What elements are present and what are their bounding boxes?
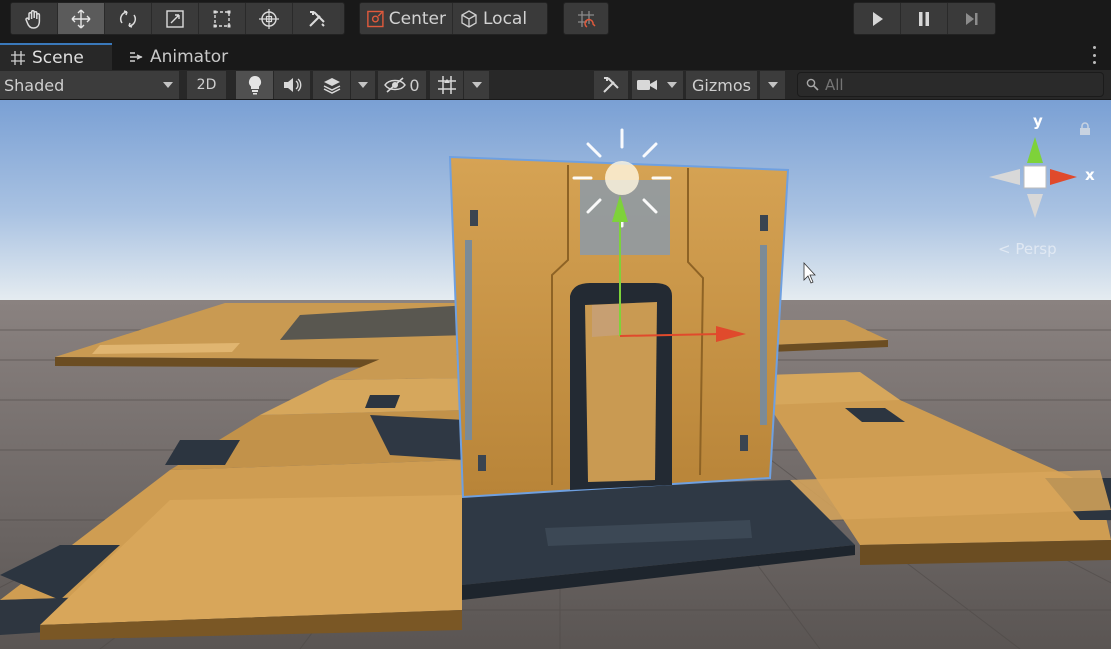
tools-icon xyxy=(603,77,619,93)
play-icon xyxy=(873,11,883,26)
toggle-2d-label: 2D xyxy=(196,77,217,93)
hand-tool-button[interactable] xyxy=(11,3,58,34)
grid-snap-button[interactable] xyxy=(564,3,608,34)
layers-effects-icon xyxy=(323,78,340,94)
tab-animator-label: Animator xyxy=(150,46,229,67)
hand-icon xyxy=(25,9,41,29)
tools-overlay-toggle[interactable] xyxy=(594,71,628,99)
camera-icon xyxy=(636,80,657,90)
axis-x-label[interactable]: x xyxy=(1085,166,1095,184)
move-icon xyxy=(71,9,91,28)
axis-y-label[interactable]: y xyxy=(1033,112,1043,130)
scene-render xyxy=(0,100,1111,649)
chevron-down-icon xyxy=(767,82,778,88)
camera-dropdown[interactable] xyxy=(661,71,683,99)
grid-icon xyxy=(437,76,456,94)
tools-icon xyxy=(308,10,325,27)
scale-icon xyxy=(166,9,184,28)
effects-toggle[interactable] xyxy=(313,71,350,99)
animator-icon xyxy=(130,51,143,62)
lock-icon[interactable] xyxy=(1079,122,1091,136)
chevron-down-icon xyxy=(471,82,482,88)
transform-icon xyxy=(259,8,279,29)
tab-animator[interactable]: Animator xyxy=(118,43,238,70)
custom-tool-button[interactable] xyxy=(293,3,340,34)
draw-mode-dropdown[interactable]: Shaded xyxy=(0,71,179,99)
scene-toolbar: Shaded 2D 0 Gizmos xyxy=(0,70,1111,100)
search-input[interactable] xyxy=(825,75,1085,94)
step-icon xyxy=(965,12,977,25)
tab-scene[interactable]: Scene xyxy=(0,43,112,70)
rect-tool-button[interactable] xyxy=(199,3,246,34)
rotate-tool-button[interactable] xyxy=(105,3,152,34)
pause-icon xyxy=(919,11,929,26)
chevron-down-icon xyxy=(358,82,368,88)
tab-scene-label: Scene xyxy=(32,47,84,68)
lighting-toggle[interactable] xyxy=(236,71,273,99)
scene-visibility-toggle[interactable]: 0 xyxy=(378,71,426,99)
grid-toggle[interactable] xyxy=(430,71,463,99)
scene-viewport[interactable]: < Persp y x xyxy=(0,100,1111,649)
toggle-2d-button[interactable]: 2D xyxy=(187,71,226,99)
speaker-icon xyxy=(284,78,302,92)
scale-tool-button[interactable] xyxy=(152,3,199,34)
effects-dropdown[interactable] xyxy=(351,71,375,99)
grid-dropdown[interactable] xyxy=(464,71,489,99)
audio-toggle[interactable] xyxy=(274,71,310,99)
gizmos-button[interactable]: Gizmos xyxy=(686,71,757,99)
pivot-mode-label: Center xyxy=(388,8,446,29)
chevron-down-icon xyxy=(667,82,677,88)
camera-toggle[interactable] xyxy=(632,71,661,99)
window-tabs: Scene Animator xyxy=(0,40,1111,70)
projection-label[interactable]: < Persp xyxy=(998,240,1057,258)
pivot-controls: Center Local xyxy=(359,2,548,35)
lightbulb-icon xyxy=(248,75,261,95)
snap-group xyxy=(563,2,609,35)
transform-tools xyxy=(10,2,345,35)
play-controls xyxy=(853,2,996,35)
chevron-down-icon xyxy=(163,82,173,88)
eye-hidden-icon xyxy=(384,77,407,93)
rect-icon xyxy=(213,10,231,27)
transform-tool-button[interactable] xyxy=(246,3,293,34)
pivot-rotation-label: Local xyxy=(483,8,528,29)
gizmos-label: Gizmos xyxy=(692,75,751,95)
grid-snap-icon xyxy=(578,10,596,28)
scene-search[interactable] xyxy=(797,72,1104,97)
step-button[interactable] xyxy=(948,3,995,34)
gizmos-dropdown[interactable] xyxy=(760,71,785,99)
pivot-mode-button[interactable]: Center xyxy=(360,3,453,34)
draw-mode-label: Shaded xyxy=(4,75,65,95)
local-cube-icon xyxy=(461,9,477,28)
pivot-center-icon xyxy=(367,10,384,27)
pivot-rotation-button[interactable]: Local xyxy=(453,3,547,34)
move-tool-button[interactable] xyxy=(58,3,105,34)
pause-button[interactable] xyxy=(901,3,948,34)
grid-icon xyxy=(11,50,25,65)
main-toolbar: Center Local xyxy=(0,0,1111,40)
tab-menu-button[interactable] xyxy=(1091,46,1097,64)
search-icon xyxy=(806,78,819,91)
play-button[interactable] xyxy=(854,3,901,34)
rotate-icon xyxy=(119,9,137,28)
hidden-count: 0 xyxy=(409,75,420,95)
